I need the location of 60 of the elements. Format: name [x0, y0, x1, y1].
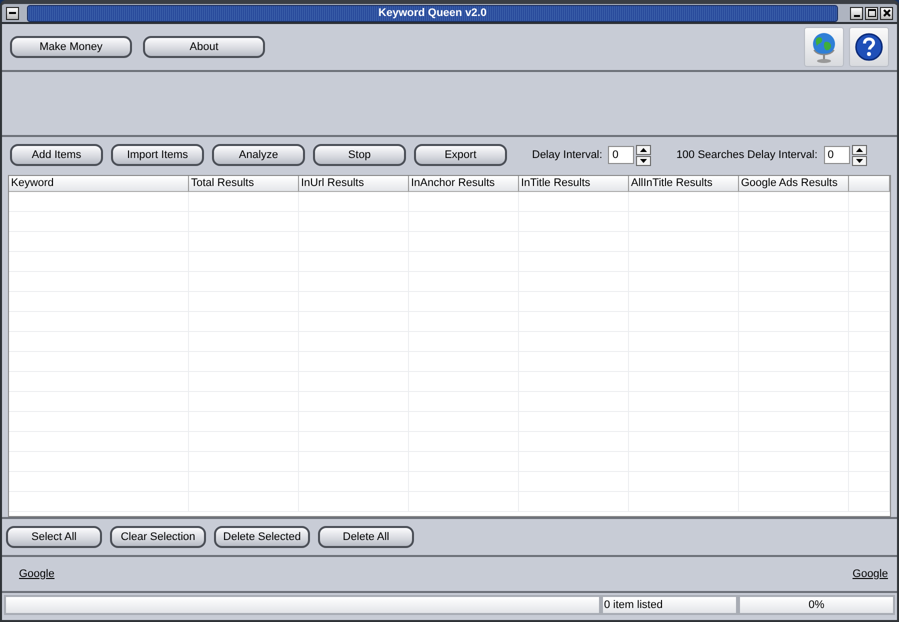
item-count: 0 item listed: [601, 595, 738, 615]
spin-up-button[interactable]: [852, 144, 867, 154]
toolbar-button[interactable]: Analyze: [212, 144, 305, 166]
column-header[interactable]: [849, 176, 890, 192]
toolbar-button[interactable]: Stop: [313, 144, 406, 166]
table-cell: [849, 332, 890, 352]
table-cell: [849, 272, 890, 292]
system-menu-button[interactable]: [6, 6, 19, 20]
toolbar-button[interactable]: Add Items: [10, 144, 103, 166]
table-cell: [849, 392, 890, 412]
table-cell: [849, 472, 890, 492]
up-arrow-icon: [856, 148, 863, 152]
table-cell: [849, 192, 890, 212]
column-header[interactable]: Total Results: [189, 176, 299, 192]
table-cell: [849, 372, 890, 392]
table-cell: [849, 352, 890, 372]
spin-up-button[interactable]: [636, 144, 652, 154]
column-header[interactable]: InAnchor Results: [409, 176, 519, 192]
minimize-button[interactable]: [850, 6, 863, 20]
toolbar-button[interactable]: About: [143, 36, 265, 58]
close-button[interactable]: [880, 6, 893, 20]
column-header[interactable]: Keyword: [9, 176, 189, 192]
spin-down-button[interactable]: [636, 156, 652, 166]
table-cell: [849, 452, 890, 472]
down-arrow-icon: [640, 158, 648, 162]
action-button[interactable]: Delete Selected: [214, 526, 310, 548]
down-arrow-icon: [856, 158, 863, 162]
help-button[interactable]: [849, 27, 889, 67]
toolbar-button[interactable]: Import Items: [111, 144, 204, 166]
google-link[interactable]: Google: [852, 568, 888, 580]
window-title: Keyword Queen v2.0: [378, 7, 487, 19]
table-cell: [849, 292, 890, 312]
up-arrow-icon: [640, 148, 648, 152]
globe-button[interactable]: [804, 27, 844, 67]
table-cell: [849, 492, 890, 512]
column-header[interactable]: InUrl Results: [299, 176, 409, 192]
action-button[interactable]: Clear Selection: [110, 526, 206, 548]
action-button[interactable]: Select All: [6, 526, 102, 548]
number-field[interactable]: 0: [608, 146, 634, 164]
action-button[interactable]: Delete All: [318, 526, 414, 548]
table-cell: [849, 412, 890, 432]
spinner-label: Delay Interval:: [532, 149, 602, 161]
spin-down-button[interactable]: [852, 156, 867, 166]
column-header[interactable]: AllInTitle Results: [629, 176, 739, 192]
column-header[interactable]: InTitle Results: [519, 176, 629, 192]
spinner-label: 100 Searches Delay Interval:: [676, 149, 818, 161]
close-icon: [882, 9, 890, 17]
progress-text: 0%: [738, 595, 895, 615]
toolbar-button[interactable]: Make Money: [10, 36, 132, 58]
toolbar-button[interactable]: Export: [414, 144, 507, 166]
number-field[interactable]: 0: [824, 146, 850, 164]
table-cell: [849, 432, 890, 452]
google-link[interactable]: Google: [19, 568, 54, 580]
table-cell: [849, 212, 890, 232]
column-header[interactable]: Google Ads Results: [739, 176, 849, 192]
table-cell: [849, 232, 890, 252]
maximize-button[interactable]: [865, 6, 878, 20]
table-cell: [849, 312, 890, 332]
help-icon: [854, 32, 884, 62]
table-cell: [849, 252, 890, 272]
